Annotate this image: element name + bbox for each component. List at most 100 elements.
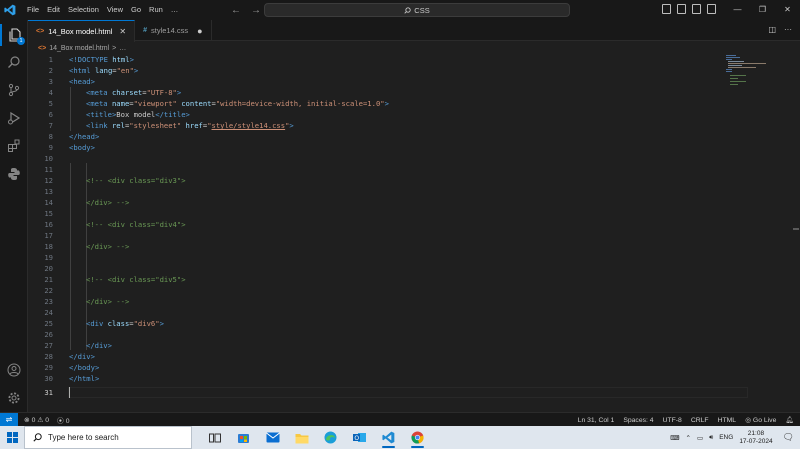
breadcrumb-separator: > xyxy=(112,44,117,52)
code-line: 9 <body> xyxy=(48,143,95,152)
minimize-icon[interactable]: — xyxy=(725,0,750,20)
layout-controls xyxy=(662,4,716,14)
search-icon xyxy=(404,6,411,14)
command-center-search[interactable]: CSS xyxy=(264,3,570,17)
code-line: 16 <!-- <div class="div4"> xyxy=(44,220,186,229)
menu-bar: File Edit Selection View Go Run … xyxy=(23,0,182,20)
end-of-line[interactable]: CRLF xyxy=(691,417,709,424)
warning-count: 0 xyxy=(45,416,50,424)
customize-layout-icon[interactable] xyxy=(707,4,716,14)
code-line: 18 </div> --> xyxy=(44,242,130,251)
chrome-icon[interactable] xyxy=(403,426,432,449)
menu-selection[interactable]: Selection xyxy=(64,0,103,20)
code-line: 19 xyxy=(44,253,53,262)
code-line-current: 31 xyxy=(44,388,53,397)
code-line: 26 xyxy=(44,330,53,339)
account-icon[interactable] xyxy=(0,359,28,381)
search-icon xyxy=(33,433,42,442)
vscode-logo-icon xyxy=(0,0,20,20)
status-bar: ⇌ ⊗ 0 ⚠ 0 ⦿ 0 Ln 31, Col 1 Spaces: 4 UTF… xyxy=(0,412,800,427)
network-icon[interactable]: ▭ xyxy=(697,434,703,442)
code-line: 25 <div class="div6"> xyxy=(44,319,164,328)
menu-file[interactable]: File xyxy=(23,0,43,20)
menu-run[interactable]: Run xyxy=(145,0,167,20)
css-file-icon: # xyxy=(143,27,147,34)
mail-icon[interactable] xyxy=(258,426,287,449)
restore-icon[interactable]: ❐ xyxy=(750,0,775,20)
code-line: 13 xyxy=(44,187,53,196)
extensions-icon[interactable] xyxy=(0,135,28,157)
go-live-button[interactable]: ◎ Go Live xyxy=(745,416,776,424)
run-debug-icon[interactable] xyxy=(0,107,28,129)
explorer-icon[interactable]: 1 xyxy=(0,24,28,46)
code-line: 15 xyxy=(44,209,53,218)
more-actions-icon[interactable]: ··· xyxy=(784,25,792,34)
menu-edit[interactable]: Edit xyxy=(43,0,64,20)
indentation[interactable]: Spaces: 4 xyxy=(623,417,653,424)
error-count: 0 xyxy=(31,416,36,424)
ports-indicator[interactable]: ⦿ 0 xyxy=(57,415,69,425)
toggle-primary-sidebar-icon[interactable] xyxy=(662,4,671,14)
vscode-taskbar-icon[interactable] xyxy=(374,426,403,449)
menu-more[interactable]: … xyxy=(167,0,183,20)
volume-icon[interactable]: 🔊︎ xyxy=(709,434,713,442)
python-icon[interactable] xyxy=(0,163,28,185)
html-file-icon: <> xyxy=(38,44,47,52)
windows-start-icon[interactable] xyxy=(0,426,24,449)
task-view-icon[interactable] xyxy=(200,426,229,449)
notification-center-icon[interactable]: 🗨︎ xyxy=(779,432,800,443)
menu-go[interactable]: Go xyxy=(127,0,145,20)
code-line: 3 <head> xyxy=(48,77,95,86)
search-view-icon[interactable] xyxy=(0,51,28,73)
notifications-bell-icon[interactable]: 🔔︎ xyxy=(785,416,794,424)
search-label: CSS xyxy=(414,5,430,15)
settings-gear-icon[interactable] xyxy=(0,387,28,409)
code-line: 22 xyxy=(44,286,53,295)
code-line: 7 <link rel="stylesheet" href="style/styl… xyxy=(48,121,294,130)
tab-box-model-html[interactable]: <> 14_Box model.html ✕ xyxy=(28,20,136,42)
tab-label: style14.css xyxy=(151,26,189,35)
windows-taskbar: Type here to search O ⌨ ⌃ ▭ 🔊︎ ENG 21:08… xyxy=(0,426,800,449)
split-editor-icon[interactable]: ◫ xyxy=(768,25,776,34)
breadcrumb-rest[interactable]: … xyxy=(119,45,126,52)
close-tab-icon[interactable]: ✕ xyxy=(119,27,126,36)
tab-style14-css[interactable]: # style14.css ● xyxy=(135,20,212,41)
menu-view[interactable]: View xyxy=(103,0,127,20)
toggle-secondary-sidebar-icon[interactable] xyxy=(692,4,701,14)
vertical-scrollbar[interactable] xyxy=(792,53,800,412)
system-clock[interactable]: 21:08 17-07-2024 xyxy=(739,430,772,446)
cursor-position[interactable]: Ln 31, Col 1 xyxy=(578,417,615,424)
code-line: 12 <!-- <div class="div3"> xyxy=(44,176,186,185)
code-line: 2 <html lang="en"> xyxy=(48,66,139,75)
outlook-icon[interactable]: O xyxy=(345,426,374,449)
taskbar-apps: O xyxy=(200,426,432,449)
toggle-panel-icon[interactable] xyxy=(677,4,686,14)
taskbar-search-box[interactable]: Type here to search xyxy=(24,426,192,449)
unsaved-dot-icon[interactable]: ● xyxy=(197,26,202,36)
source-control-icon[interactable] xyxy=(0,79,28,101)
system-tray: ⌨ ⌃ ▭ 🔊︎ ENG 21:08 17-07-2024 🗨︎ xyxy=(670,426,800,449)
show-hidden-icons-chevron-icon[interactable]: ⌃ xyxy=(686,434,691,442)
edge-browser-icon[interactable] xyxy=(316,426,345,449)
code-line: 11 xyxy=(44,165,53,174)
language-mode[interactable]: HTML xyxy=(718,417,737,424)
input-language[interactable]: ENG xyxy=(719,434,733,441)
close-window-icon[interactable]: ✕ xyxy=(775,0,800,20)
svg-text:O: O xyxy=(354,435,359,442)
back-arrow-icon[interactable]: ← xyxy=(231,5,241,16)
code-line: 21 <!-- <div class="div5"> xyxy=(44,275,186,284)
microsoft-store-icon[interactable] xyxy=(229,426,258,449)
file-explorer-icon[interactable] xyxy=(287,426,316,449)
encoding[interactable]: UTF-8 xyxy=(663,417,682,424)
code-line: 5 <meta name="viewport" content="width=de… xyxy=(48,99,389,108)
code-editor[interactable]: 1 <!DOCTYPE html> 2 <html lang="en"> 3 <hea… xyxy=(28,53,800,412)
code-line: 8 </head> xyxy=(48,132,100,141)
code-line: 20 xyxy=(44,264,53,273)
remote-window-icon[interactable]: ⇌ xyxy=(0,412,18,427)
breadcrumb-file[interactable]: 14_Box model.html xyxy=(49,45,109,52)
minimap[interactable] xyxy=(726,55,766,85)
keyboard-icon[interactable]: ⌨ xyxy=(670,434,679,442)
problems-indicator[interactable]: ⊗ 0 ⚠ 0 xyxy=(24,416,49,424)
status-left: ⊗ 0 ⚠ 0 ⦿ 0 xyxy=(24,415,70,425)
forward-arrow-icon[interactable]: → xyxy=(251,5,261,16)
